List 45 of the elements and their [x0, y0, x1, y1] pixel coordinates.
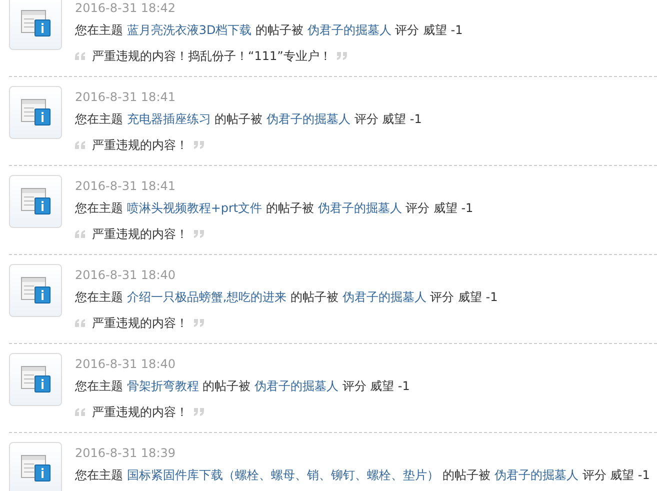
user-link[interactable]: 伪君子的掘墓人 [254, 379, 338, 393]
user-link[interactable]: 伪君子的掘墓人 [318, 201, 402, 215]
topic-link[interactable]: 国标紧固件库下载（螺栓、螺母、销、铆钉、螺栓、垫片） [126, 468, 439, 482]
notice-message: 您在主题 介绍一只极品螃蟹,想吃的进来 的帖子被 伪君子的掘墓人 评分 威望 -1 [75, 289, 498, 306]
rating-reason: 严重违规的内容！ [92, 137, 188, 153]
notice-icon [9, 175, 62, 228]
user-link[interactable]: 伪君子的掘墓人 [307, 23, 392, 37]
rating-reason: 严重违规的内容！ [92, 315, 188, 331]
open-quote-icon [75, 52, 86, 60]
user-link[interactable]: 伪君子的掘墓人 [342, 290, 426, 304]
close-quote-icon [337, 52, 348, 60]
notice-date: 2016-8-31 18:40 [75, 356, 176, 373]
user-link[interactable]: 伪君子的掘墓人 [494, 468, 578, 482]
notice-message: 您在主题 骨架折弯教程 的帖子被 伪君子的掘墓人 评分 威望 -1 [75, 378, 410, 395]
open-quote-icon [75, 230, 86, 238]
notice-date: 2016-8-31 18:40 [75, 267, 176, 284]
rating-reason: 严重违规的内容！ [92, 226, 188, 242]
notice-icon [9, 353, 62, 406]
notice-icon [9, 0, 62, 50]
notice-date: 2016-8-31 18:42 [75, 0, 176, 17]
topic-link[interactable]: 骨架折弯教程 [126, 379, 199, 393]
topic-link[interactable]: 喷淋头视频教程+prt文件 [126, 201, 262, 215]
notice-icon [9, 264, 62, 317]
rating-reason: 严重违规的内容！ [92, 404, 188, 420]
notice-date: 2016-8-31 18:41 [75, 178, 176, 195]
topic-link[interactable]: 介绍一只极品螃蟹,想吃的进来 [126, 290, 287, 304]
close-quote-icon [194, 141, 205, 149]
notice-icon [9, 442, 62, 491]
open-quote-icon [75, 141, 86, 149]
rating-reason: 严重违规的内容！捣乱份子！“111”专业户！ [92, 48, 332, 64]
topic-link[interactable]: 充电器插座练习 [126, 112, 211, 126]
notice-message: 您在主题 充电器插座练习 的帖子被 伪君子的掘墓人 评分 威望 -1 [75, 111, 422, 128]
notice-date: 2016-8-31 18:39 [75, 445, 176, 462]
notice-message: 您在主题 蓝月亮洗衣液3D档下载 的帖子被 伪君子的掘墓人 评分 威望 -1 [75, 22, 463, 39]
open-quote-icon [75, 408, 86, 416]
notice-date: 2016-8-31 18:41 [75, 89, 176, 106]
close-quote-icon [194, 319, 205, 327]
user-link[interactable]: 伪君子的掘墓人 [266, 112, 350, 126]
notice-icon [9, 86, 62, 139]
topic-link[interactable]: 蓝月亮洗衣液3D档下载 [126, 23, 252, 37]
close-quote-icon [194, 230, 205, 238]
notice-message: 您在主题 喷淋头视频教程+prt文件 的帖子被 伪君子的掘墓人 评分 威望 -1 [75, 200, 474, 217]
notice-message: 您在主题 国标紧固件库下载（螺栓、螺母、销、铆钉、螺栓、垫片） 的帖子被 伪君子的掘墓人 评分 威望 -1 [75, 467, 650, 484]
open-quote-icon [75, 319, 86, 327]
close-quote-icon [194, 408, 205, 416]
